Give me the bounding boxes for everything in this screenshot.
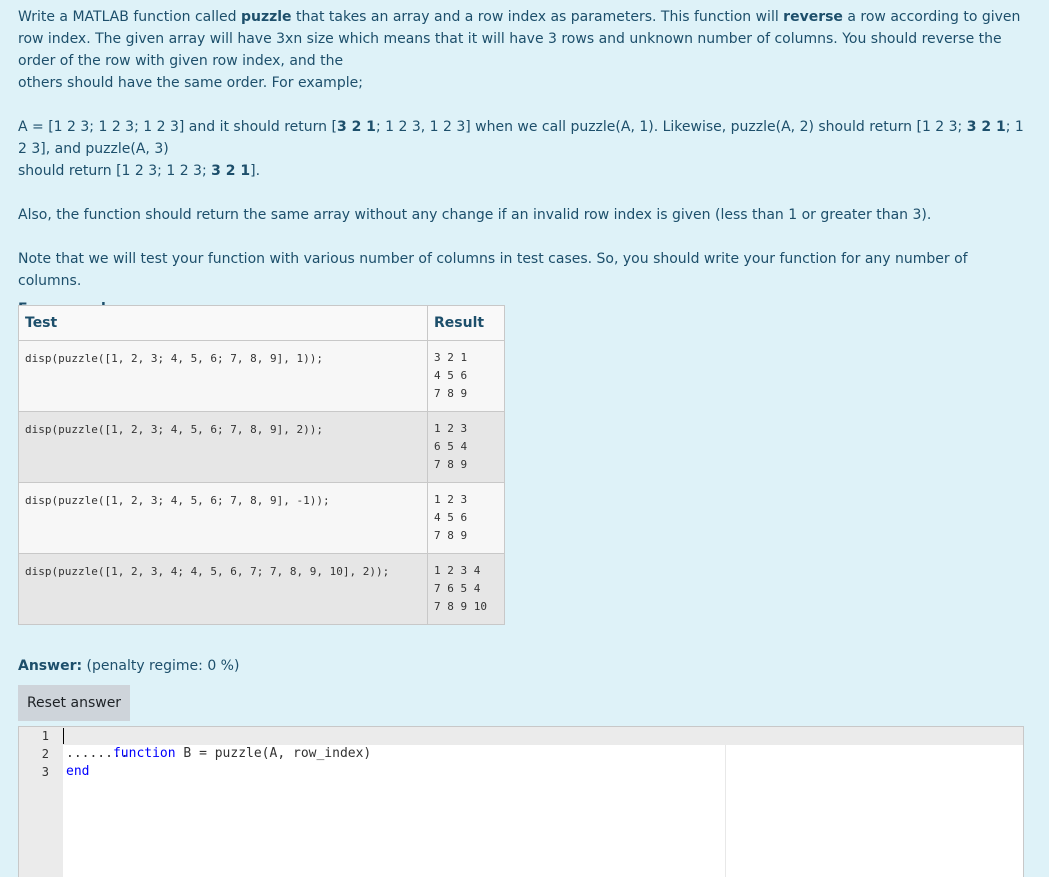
question-paragraph-1: Write a MATLAB function called puzzle th… — [18, 9, 1021, 91]
table-row: disp(puzzle([1, 2, 3; 4, 5, 6; 7, 8, 9],… — [18, 482, 505, 554]
table-row: disp(puzzle([1, 2, 3; 4, 5, 6; 7, 8, 9],… — [18, 340, 505, 412]
test-code: disp(puzzle([1, 2, 3, 4; 4, 5, 6, 7; 7, … — [25, 565, 390, 578]
table-row: disp(puzzle([1, 2, 3, 4; 4, 5, 6, 7; 7, … — [18, 553, 505, 625]
test-result: 3 2 1 4 5 6 7 8 9 — [434, 351, 468, 400]
table-row: disp(puzzle([1, 2, 3; 4, 5, 6; 7, 8, 9],… — [18, 411, 505, 483]
table-header-row: Test Result — [18, 305, 505, 341]
line-number: 3 — [41, 765, 49, 779]
question-paragraph-3: Also, the function should return the sam… — [18, 207, 932, 223]
text-cursor — [63, 728, 64, 744]
answer-label: Answer: — [18, 658, 83, 674]
question-text: Write a MATLAB function called puzzle th… — [18, 6, 1030, 320]
test-code: disp(puzzle([1, 2, 3; 4, 5, 6; 7, 8, 9],… — [25, 352, 324, 365]
test-result: 1 2 3 6 5 4 7 8 9 — [434, 422, 468, 471]
test-result: 1 2 3 4 7 6 5 4 7 8 9 10 — [434, 564, 487, 613]
penalty-regime: (penalty regime: 0 %) — [86, 658, 240, 674]
examples-table: Test Result disp(puzzle([1, 2, 3; 4, 5, … — [18, 305, 505, 625]
test-result: 1 2 3 4 5 6 7 8 9 — [434, 493, 468, 542]
test-code: disp(puzzle([1, 2, 3; 4, 5, 6; 7, 8, 9],… — [25, 423, 324, 436]
line-number-gutter: 1 2 3 — [19, 727, 63, 877]
answer-header: Answer: (penalty regime: 0 %) — [18, 658, 239, 674]
reverse-bold: reverse — [783, 9, 843, 25]
code-editor[interactable]: 1 2 3 function B = puzzle(A, row_index) … — [18, 726, 1024, 877]
code-line-1[interactable]: function B = puzzle(A, row_index) — [63, 727, 1023, 761]
reset-answer-button[interactable]: Reset answer — [18, 685, 130, 721]
line-number: 1 — [41, 729, 49, 743]
question-paragraph-4: Note that we will test your function wit… — [18, 251, 968, 289]
function-name-bold: puzzle — [240, 9, 292, 25]
header-result: Result — [427, 305, 505, 341]
header-test: Test — [18, 305, 428, 341]
code-line-3[interactable]: end — [63, 763, 1023, 781]
test-code: disp(puzzle([1, 2, 3; 4, 5, 6; 7, 8, 9],… — [25, 494, 330, 507]
keyword-function: function — [112, 746, 176, 761]
question-paragraph-2: A = [1 2 3; 1 2 3; 1 2 3] and it should … — [18, 119, 1024, 179]
code-area[interactable]: function B = puzzle(A, row_index) ......… — [63, 727, 1023, 781]
line-number: 2 — [41, 747, 49, 761]
